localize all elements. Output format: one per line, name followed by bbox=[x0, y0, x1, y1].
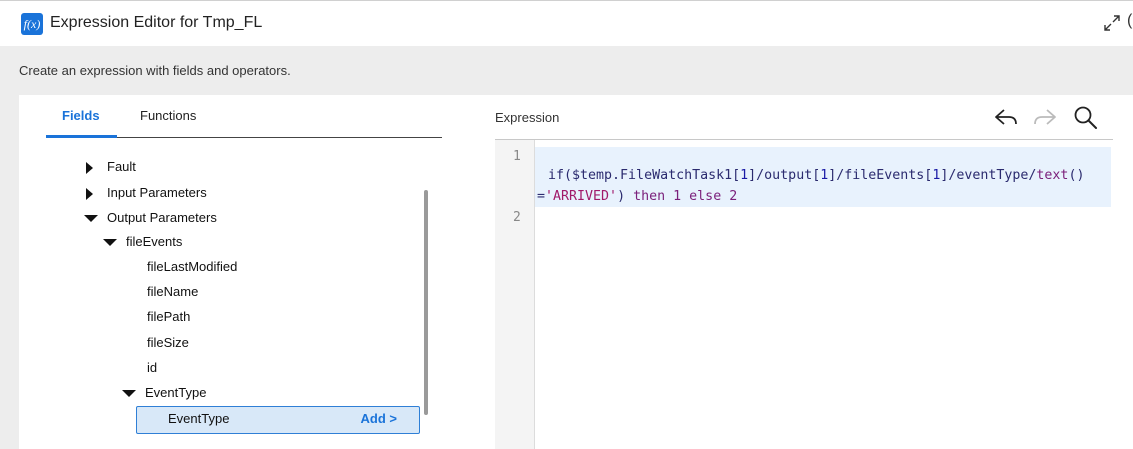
tree-leaf-file-path[interactable]: filePath bbox=[147, 308, 190, 326]
code-token: else bbox=[689, 189, 722, 204]
code-token: 1 bbox=[673, 189, 682, 204]
tree-node-fault[interactable]: Fault bbox=[86, 158, 136, 176]
caret-down-icon[interactable] bbox=[103, 239, 117, 247]
tree-leaf-id[interactable]: id bbox=[147, 359, 157, 377]
expression-divider bbox=[495, 139, 1113, 140]
caret-right-icon[interactable] bbox=[86, 187, 93, 200]
tree-leaf-file-name[interactable]: fileName bbox=[147, 283, 198, 301]
dialog-subtitle: Create an expression with fields and ope… bbox=[19, 63, 291, 78]
code-token: ]/output[ bbox=[748, 168, 821, 183]
code-token: text bbox=[1036, 168, 1069, 183]
expand-icon[interactable] bbox=[1102, 13, 1122, 33]
tree-node-label: fileEvents bbox=[126, 234, 183, 249]
line-number-gutter bbox=[495, 140, 535, 449]
tree-node-label: Output Parameters bbox=[107, 210, 217, 225]
active-tab-indicator bbox=[46, 135, 117, 138]
tree-scrollbar[interactable] bbox=[424, 190, 428, 415]
tree-node-label: EventType bbox=[145, 385, 207, 400]
tree-node-label: Input Parameters bbox=[107, 185, 207, 200]
tree-node-output-parameters[interactable]: Output Parameters bbox=[84, 209, 217, 227]
code-token: then bbox=[633, 189, 666, 204]
tree-leaf-event-type-selected[interactable]: EventType Add > bbox=[136, 406, 420, 434]
code-token: = bbox=[537, 189, 546, 204]
line-number: 2 bbox=[513, 210, 521, 225]
tree-leaf-file-last-modified[interactable]: fileLastModified bbox=[147, 258, 237, 276]
redo-icon[interactable] bbox=[1031, 104, 1059, 130]
tab-fields[interactable]: Fields bbox=[62, 108, 100, 123]
function-icon: f(x) bbox=[21, 13, 43, 35]
expression-code-line-1[interactable]: if($temp.FileWatchTask1[1]/output[1]/fil… bbox=[548, 168, 1084, 183]
dialog-title: Expression Editor for Tmp_FL bbox=[50, 14, 263, 31]
tree-node-file-events[interactable]: fileEvents bbox=[103, 233, 182, 251]
line-number: 1 bbox=[513, 149, 521, 164]
search-icon[interactable] bbox=[1071, 104, 1099, 130]
code-token: ) bbox=[617, 189, 634, 204]
expression-code-line-1-wrap[interactable]: ='ARRIVED') then 1 else 2 bbox=[537, 189, 737, 204]
tree-node-label: Fault bbox=[107, 159, 136, 174]
tree-node-event-type[interactable]: EventType bbox=[122, 384, 206, 402]
caret-right-icon[interactable] bbox=[86, 161, 93, 174]
undo-icon[interactable] bbox=[992, 104, 1020, 130]
code-token: () bbox=[1068, 168, 1085, 183]
dialog-header: f(x) Expression Editor for Tmp_FL ( bbox=[0, 1, 1133, 46]
tree-leaf-file-size[interactable]: fileSize bbox=[147, 334, 189, 352]
code-token: if($temp.FileWatchTask1[ bbox=[548, 168, 741, 183]
code-token: ]/fileEvents[ bbox=[828, 168, 933, 183]
code-token: 2 bbox=[729, 189, 738, 204]
tree-leaf-label: EventType bbox=[168, 411, 230, 426]
caret-down-icon[interactable] bbox=[84, 215, 98, 223]
code-token: ]/eventType/ bbox=[940, 168, 1037, 183]
code-token: 'ARRIVED' bbox=[545, 189, 618, 204]
add-field-button[interactable]: Add > bbox=[361, 411, 397, 426]
tree-node-input-parameters[interactable]: Input Parameters bbox=[86, 184, 207, 202]
code-token: 1 bbox=[740, 168, 749, 183]
expression-label: Expression bbox=[495, 110, 560, 125]
close-icon[interactable]: ( bbox=[1127, 12, 1132, 30]
caret-down-icon[interactable] bbox=[122, 390, 136, 398]
tab-functions[interactable]: Functions bbox=[140, 108, 196, 123]
